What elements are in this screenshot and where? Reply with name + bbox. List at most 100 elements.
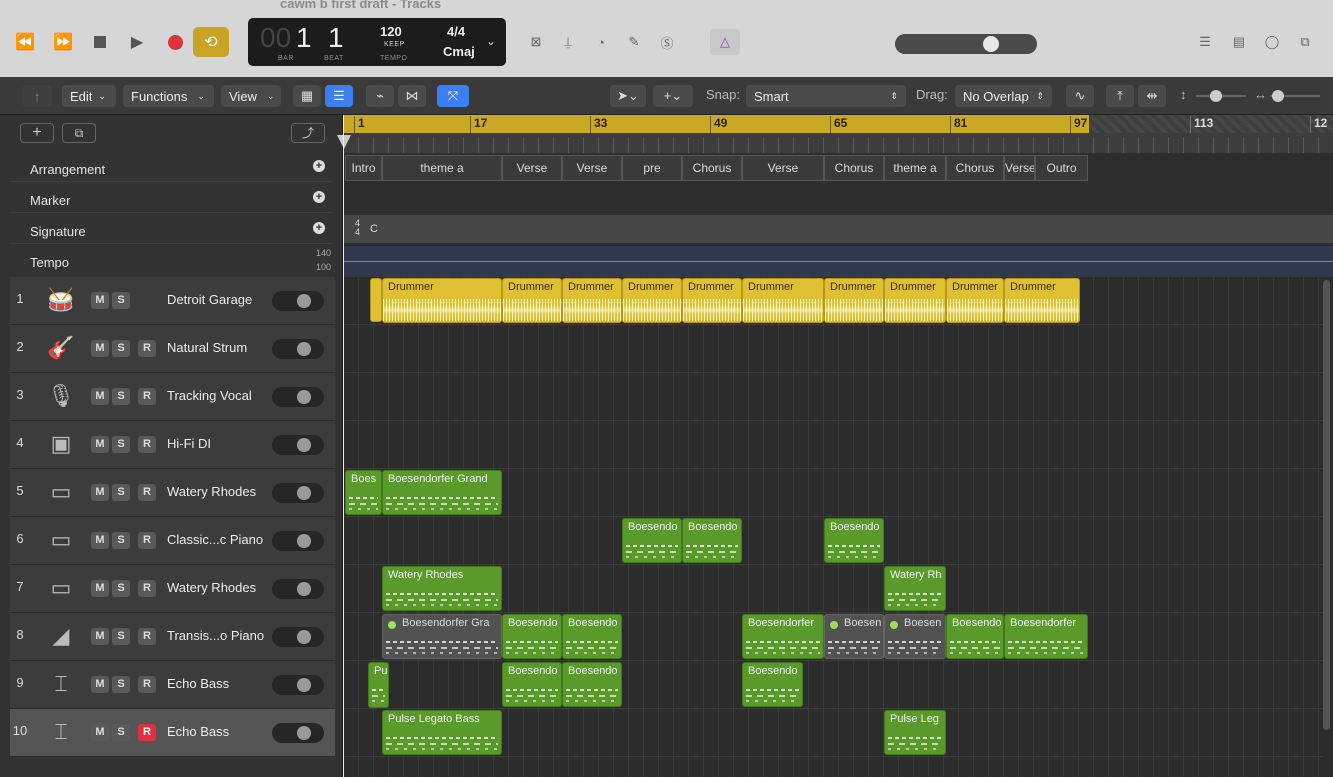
track-header[interactable]: 6 ▭ M S R Classic...c Piano bbox=[10, 517, 335, 565]
solo-button[interactable]: S bbox=[112, 676, 130, 693]
midi-region[interactable]: Watery Rhodes bbox=[382, 566, 502, 611]
tempo-line[interactable] bbox=[343, 261, 1333, 262]
track-header[interactable]: 9 ⌶ M S R Echo Bass bbox=[10, 661, 335, 709]
track-on-off-toggle[interactable] bbox=[272, 435, 324, 455]
crosshair-tool-icon[interactable]: +⌄ bbox=[653, 85, 693, 107]
record-enable-button[interactable]: R bbox=[138, 436, 156, 453]
drummer-region[interactable]: Drummer bbox=[622, 278, 682, 323]
mute-button[interactable]: M bbox=[91, 724, 109, 741]
global-marker[interactable]: Marker + bbox=[10, 183, 333, 213]
track-on-off-toggle[interactable] bbox=[272, 291, 324, 311]
drummer-region[interactable]: Drummer bbox=[824, 278, 884, 323]
drummer-region[interactable]: Drummer bbox=[382, 278, 502, 323]
add-signature-icon[interactable]: + bbox=[313, 222, 325, 234]
midi-region[interactable]: Boesendo bbox=[742, 662, 803, 707]
mute-button[interactable]: M bbox=[91, 532, 109, 549]
track-on-off-toggle[interactable] bbox=[272, 531, 324, 551]
record-enable-button[interactable]: R bbox=[138, 628, 156, 645]
record-enable-button[interactable]: R bbox=[138, 676, 156, 693]
record-enable-button[interactable]: R bbox=[138, 724, 156, 741]
midi-region[interactable]: Boesendo bbox=[824, 518, 884, 563]
duplicate-track-icon[interactable]: ⧉ bbox=[62, 123, 96, 143]
notepad-icon[interactable]: ▤ bbox=[1226, 30, 1252, 54]
speedometer-icon[interactable]: ◔ bbox=[588, 30, 614, 54]
midi-region[interactable]: Pulse Legato Bass bbox=[382, 710, 502, 755]
edit-menu[interactable]: Edit ⌄ bbox=[62, 85, 116, 107]
arrangement-marker[interactable]: Verse bbox=[562, 155, 622, 181]
snap-select[interactable]: Smart ⇕ bbox=[746, 85, 906, 107]
arrangement-marker[interactable]: theme a bbox=[382, 155, 502, 181]
track-name[interactable]: Natural Strum bbox=[167, 340, 247, 355]
drummer-region-leadin[interactable] bbox=[370, 278, 382, 322]
mute-button[interactable]: M bbox=[91, 388, 109, 405]
solo-button[interactable]: S bbox=[112, 388, 130, 405]
catch-playhead-icon[interactable]: ⤧ bbox=[437, 85, 469, 107]
midi-region[interactable]: Boesen bbox=[884, 614, 946, 659]
track-name[interactable]: Classic...c Piano bbox=[167, 532, 263, 547]
arrangement-marker[interactable]: Chorus bbox=[824, 155, 884, 181]
track-on-off-toggle[interactable] bbox=[272, 675, 324, 695]
mute-button[interactable]: M bbox=[91, 292, 109, 309]
drummer-region[interactable]: Drummer bbox=[742, 278, 824, 323]
track-on-off-toggle[interactable] bbox=[272, 723, 324, 743]
arrangement-marker[interactable]: Outro bbox=[1035, 155, 1088, 181]
global-signature[interactable]: Signature + bbox=[10, 214, 333, 244]
lcd-dropdown-icon[interactable]: ⌄ bbox=[486, 34, 496, 48]
rewind-button[interactable]: ⏪ bbox=[10, 28, 40, 56]
add-track-button[interactable]: + bbox=[20, 123, 54, 143]
solo-button[interactable]: S bbox=[112, 724, 130, 741]
midi-region[interactable]: Boesendo bbox=[562, 662, 622, 707]
automation-icon[interactable]: ⌁ bbox=[366, 85, 394, 107]
midi-region[interactable]: Boesendo bbox=[622, 518, 682, 563]
track-on-off-toggle[interactable] bbox=[272, 387, 324, 407]
track-name[interactable]: Hi-Fi DI bbox=[167, 436, 211, 451]
track-name[interactable]: Detroit Garage bbox=[167, 292, 252, 307]
drummer-region[interactable]: Drummer bbox=[884, 278, 946, 323]
mute-button[interactable]: M bbox=[91, 340, 109, 357]
midi-region[interactable]: Boes bbox=[345, 470, 382, 515]
arrangement-marker[interactable]: Intro bbox=[345, 155, 382, 181]
record-button[interactable] bbox=[160, 28, 190, 56]
midi-region[interactable]: Boesendo bbox=[502, 614, 562, 659]
track-header[interactable]: 8 ◢ M S R Transis...o Piano bbox=[10, 613, 335, 661]
solo-button[interactable]: S bbox=[112, 436, 130, 453]
global-arrangement[interactable]: Arrangement + bbox=[10, 152, 333, 182]
midi-region[interactable]: Boesen bbox=[824, 614, 884, 659]
drummer-region[interactable]: Drummer bbox=[1004, 278, 1080, 323]
add-arrangement-icon[interactable]: + bbox=[313, 160, 325, 172]
arrangement-marker[interactable]: Verse bbox=[1004, 155, 1035, 181]
list-view-icon[interactable]: ☰ bbox=[325, 85, 353, 107]
horizontal-zoom-slider[interactable] bbox=[1270, 90, 1320, 102]
master-volume-slider[interactable] bbox=[895, 34, 1037, 54]
track-header[interactable]: 10 ⌶ M S R Echo Bass bbox=[10, 709, 335, 757]
midi-region[interactable]: Watery Rh bbox=[884, 566, 946, 611]
cycle-button[interactable]: ⟲ bbox=[193, 27, 229, 57]
midi-region[interactable]: Boesendo bbox=[562, 614, 622, 659]
midi-region[interactable]: Pulse Leg bbox=[884, 710, 946, 755]
waveform-zoom-icon[interactable]: ∿ bbox=[1066, 85, 1094, 107]
arrangement-marker[interactable]: Chorus bbox=[946, 155, 1004, 181]
loop-browser-icon[interactable]: ◯ bbox=[1259, 30, 1285, 54]
midi-region[interactable]: Pu bbox=[368, 662, 389, 708]
drag-select[interactable]: No Overlap ⇕ bbox=[955, 85, 1052, 107]
vertical-scrollbar[interactable] bbox=[1323, 280, 1330, 730]
metronome-icon[interactable]: △ bbox=[710, 29, 740, 55]
go-up-icon[interactable]: ↑ bbox=[22, 85, 52, 107]
midi-region[interactable]: Boesendo bbox=[946, 614, 1004, 659]
track-header[interactable]: 2 🎸 M S R Natural Strum bbox=[10, 325, 335, 373]
bar-ruler[interactable]: 1 17 33 49 65 81 97 113 12 bbox=[337, 115, 1333, 153]
track-header[interactable]: 7 ▭ M S R Watery Rhodes bbox=[10, 565, 335, 613]
horizontal-zoom-fit-icon[interactable]: ⇹ bbox=[1138, 85, 1166, 107]
track-name[interactable]: Echo Bass bbox=[167, 724, 229, 739]
track-name[interactable]: Tracking Vocal bbox=[167, 388, 252, 403]
add-marker-icon[interactable]: + bbox=[313, 191, 325, 203]
play-button[interactable]: ▶ bbox=[122, 28, 152, 56]
tuner-icon[interactable]: ⍊ bbox=[555, 30, 581, 54]
view-menu[interactable]: View ⌄ bbox=[221, 85, 281, 107]
track-header[interactable]: 1 🥁 M S Detroit Garage bbox=[10, 277, 335, 325]
midi-region[interactable]: Boesendorfer bbox=[742, 614, 824, 659]
vertical-zoom-slider[interactable] bbox=[1196, 90, 1246, 102]
arrangement-marker[interactable]: pre bbox=[622, 155, 682, 181]
solo-button[interactable]: S bbox=[112, 532, 130, 549]
track-header[interactable]: 4 ▣ M S R Hi-Fi DI bbox=[10, 421, 335, 469]
